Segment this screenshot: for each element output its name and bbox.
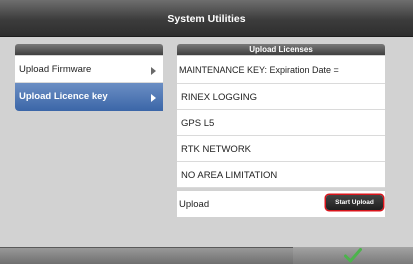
menu-item-upload-firmware[interactable]: Upload Firmware [15, 56, 163, 83]
license-feature-row: GPS L5 [177, 110, 385, 136]
licenses-list: MAINTENANCE KEY: Expiration Date = 20.07… [177, 56, 385, 217]
left-panel-header [15, 44, 163, 55]
license-feature-row: RINEX LOGGING [177, 84, 385, 110]
menu-item-label: Upload Licence key [19, 91, 108, 102]
window-title: System Utilities [0, 0, 413, 37]
maintenance-key-row: MAINTENANCE KEY: Expiration Date = 20.07… [177, 56, 385, 103]
menu-item-upload-licence-key[interactable]: Upload Licence key [15, 83, 163, 111]
license-feature-row: NO AREA LIMITATION [177, 162, 385, 188]
confirm-button[interactable] [293, 247, 413, 264]
upload-row: Upload Start Upload [177, 191, 385, 217]
license-feature-row: RTK NETWORK [177, 136, 385, 162]
checkmark-icon [344, 248, 362, 263]
right-panel-header: Upload Licenses [177, 44, 385, 55]
utilities-menu: Upload Firmware Upload Licence key [15, 56, 163, 111]
menu-item-label: Upload Firmware [19, 64, 92, 75]
chevron-right-icon [151, 94, 156, 102]
chevron-right-icon [151, 67, 156, 75]
start-upload-button[interactable]: Start Upload [326, 195, 383, 210]
footer-bar [0, 247, 413, 264]
upload-label: Upload [179, 199, 210, 210]
